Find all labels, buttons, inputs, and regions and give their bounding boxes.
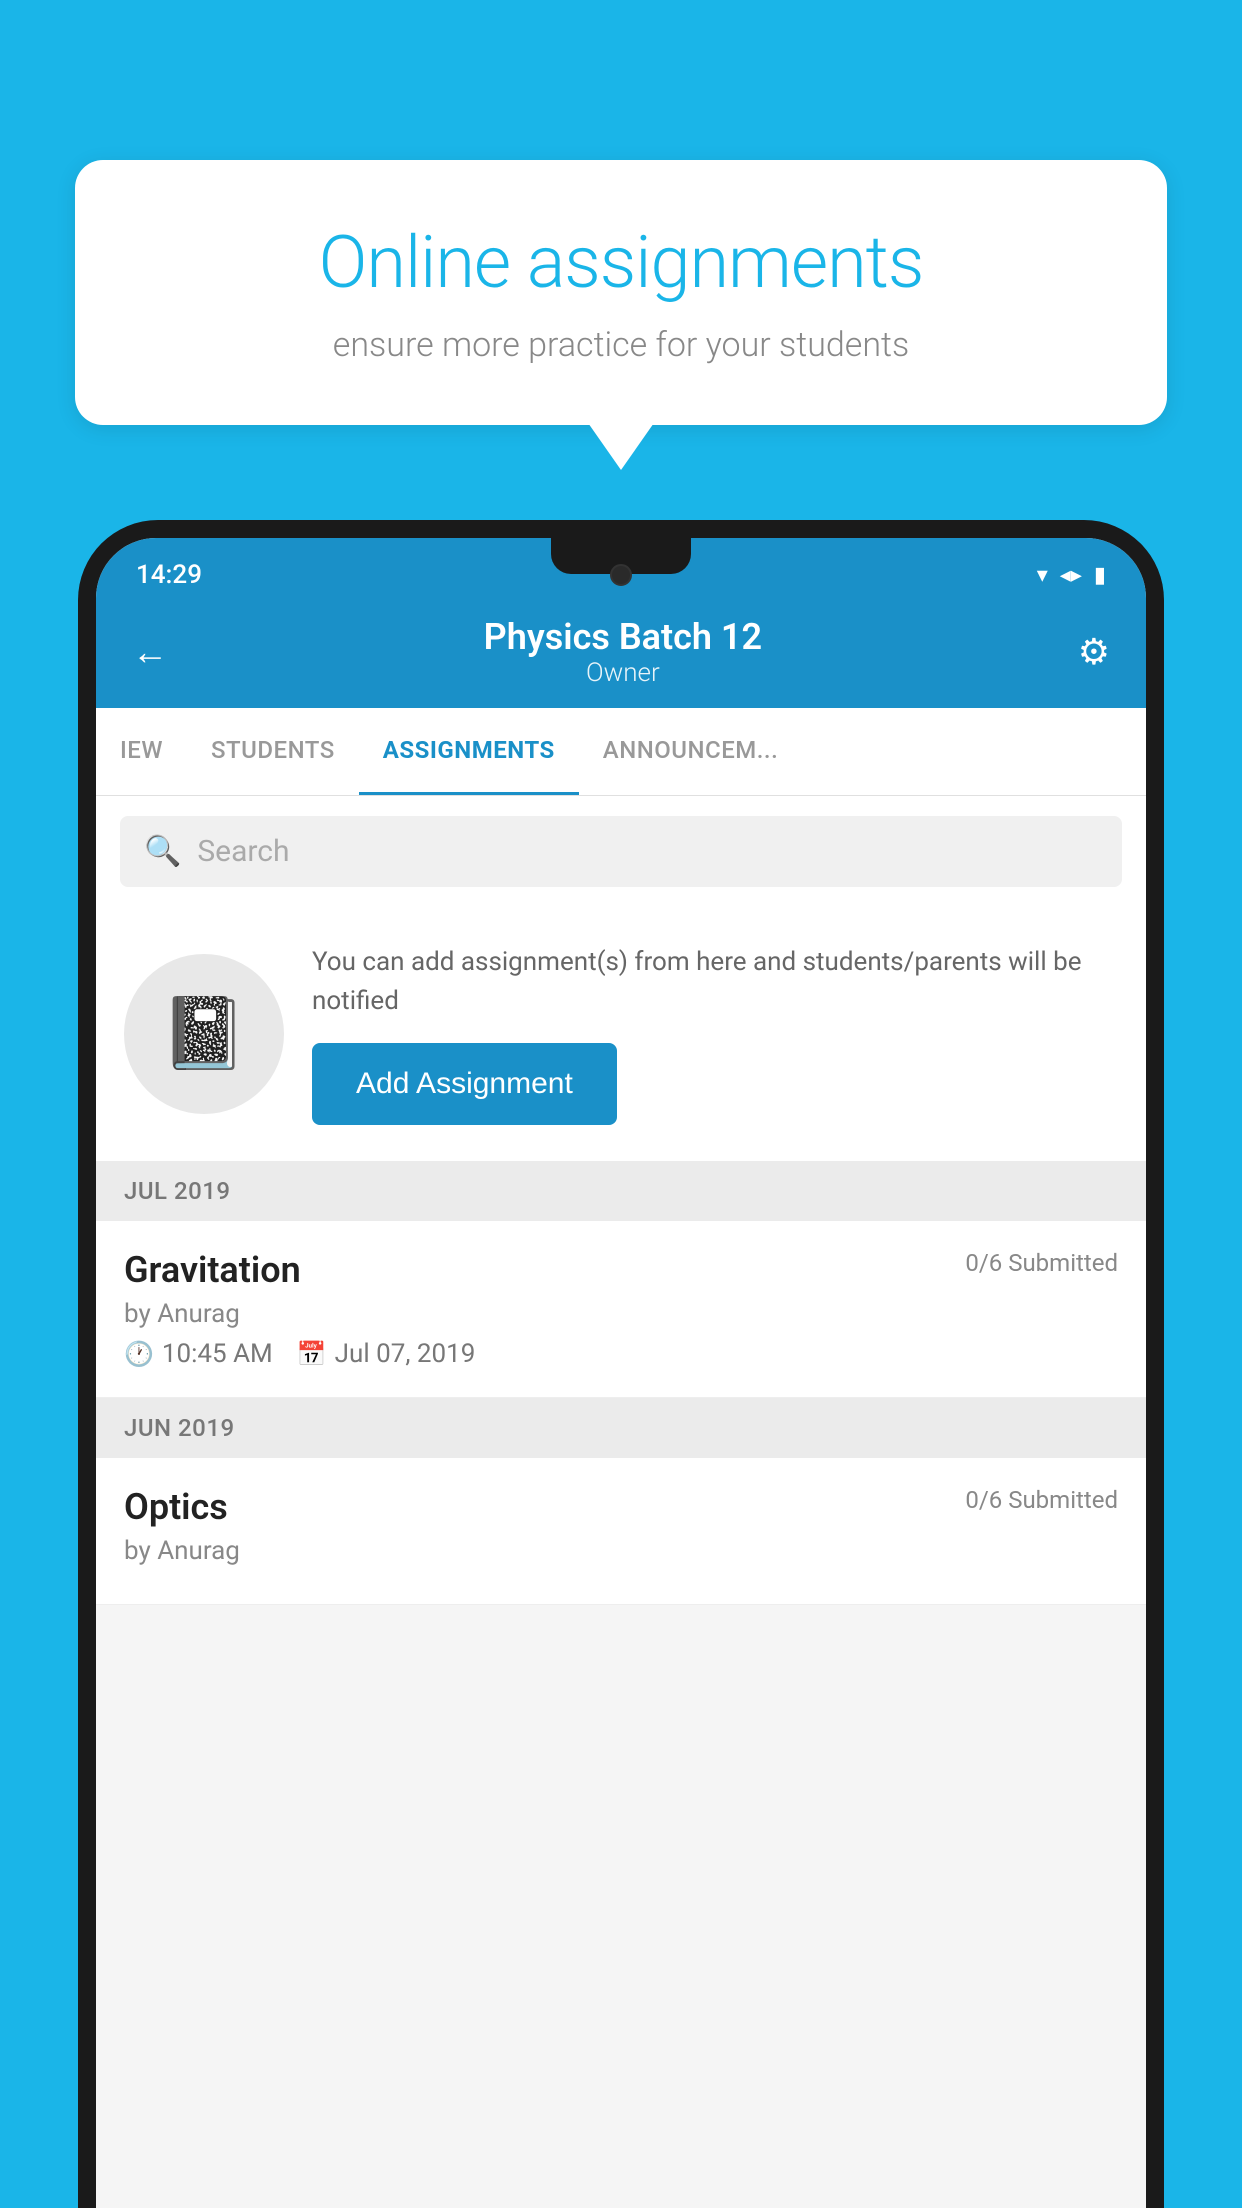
header-title-group: Physics Batch 12 Owner [484,616,762,688]
month-divider-jun: JUN 2019 [96,1398,1146,1458]
settings-icon[interactable]: ⚙ [1078,631,1110,673]
search-placeholder: Search [197,834,289,869]
month-divider-jul: JUL 2019 [96,1161,1146,1221]
add-assignment-desc: You can add assignment(s) from here and … [312,943,1118,1021]
add-assignment-button[interactable]: Add Assignment [312,1043,617,1125]
back-button[interactable]: ← [132,631,168,673]
assignment-name-gravitation: Gravitation [124,1249,301,1291]
tabs-container: IEW STUDENTS ASSIGNMENTS ANNOUNCEM... [96,708,1146,796]
phone-screen: 14:29 ▾ ◂▸ ▮ ← Physics Batch 12 Owner ⚙ … [96,538,1146,2208]
add-assignment-card: 📓 You can add assignment(s) from here an… [96,907,1146,1161]
assignment-row-top-optics: Optics 0/6 Submitted [124,1486,1118,1528]
tab-students[interactable]: STUDENTS [187,708,359,795]
phone-notch [551,538,691,574]
assignment-time-value: 10:45 AM [162,1339,273,1369]
assignment-item-optics[interactable]: Optics 0/6 Submitted by Anurag [96,1458,1146,1605]
wifi-icon: ▾ [1037,563,1048,588]
phone-camera [610,564,632,586]
app-header: ← Physics Batch 12 Owner ⚙ [96,598,1146,708]
submitted-count-optics: 0/6 Submitted [965,1486,1118,1514]
phone-outer: 14:29 ▾ ◂▸ ▮ ← Physics Batch 12 Owner ⚙ … [78,520,1164,2208]
tab-announcements[interactable]: ANNOUNCEM... [579,708,802,795]
status-icons: ▾ ◂▸ ▮ [1037,563,1106,588]
speech-bubble-container: Online assignments ensure more practice … [75,160,1167,425]
assignment-item-gravitation[interactable]: Gravitation 0/6 Submitted by Anurag 🕐 10… [96,1221,1146,1398]
assignment-meta-gravitation: 🕐 10:45 AM 📅 Jul 07, 2019 [124,1339,1118,1369]
search-icon: 🔍 [144,834,181,869]
status-time: 14:29 [136,560,202,590]
assignment-date-value: Jul 07, 2019 [335,1339,476,1369]
phone-wrapper: 14:29 ▾ ◂▸ ▮ ← Physics Batch 12 Owner ⚙ … [78,520,1164,2208]
header-title: Physics Batch 12 [484,616,762,658]
notebook-icon: 📓 [160,993,247,1075]
bubble-title: Online assignments [145,220,1097,305]
calendar-icon: 📅 [297,1340,327,1368]
submitted-count-gravitation: 0/6 Submitted [965,1249,1118,1277]
assignment-author-gravitation: by Anurag [124,1299,1118,1329]
add-assignment-content: You can add assignment(s) from here and … [312,943,1118,1125]
assignment-row-top: Gravitation 0/6 Submitted [124,1249,1118,1291]
clock-icon: 🕐 [124,1340,154,1368]
assignment-author-optics: by Anurag [124,1536,1118,1566]
bubble-subtitle: ensure more practice for your students [145,325,1097,365]
battery-icon: ▮ [1094,563,1106,588]
signal-icon: ◂▸ [1060,563,1082,588]
tab-assignments[interactable]: ASSIGNMENTS [359,708,579,795]
assignment-time: 🕐 10:45 AM [124,1339,273,1369]
tab-iew[interactable]: IEW [96,708,187,795]
search-input-wrapper[interactable]: 🔍 Search [120,816,1122,887]
speech-bubble: Online assignments ensure more practice … [75,160,1167,425]
header-subtitle: Owner [484,658,762,688]
content-area: 🔍 Search 📓 You can add assignment(s) fro… [96,796,1146,2208]
assignment-icon-circle: 📓 [124,954,284,1114]
search-container: 🔍 Search [96,796,1146,907]
assignment-name-optics: Optics [124,1486,228,1528]
assignment-date: 📅 Jul 07, 2019 [297,1339,476,1369]
